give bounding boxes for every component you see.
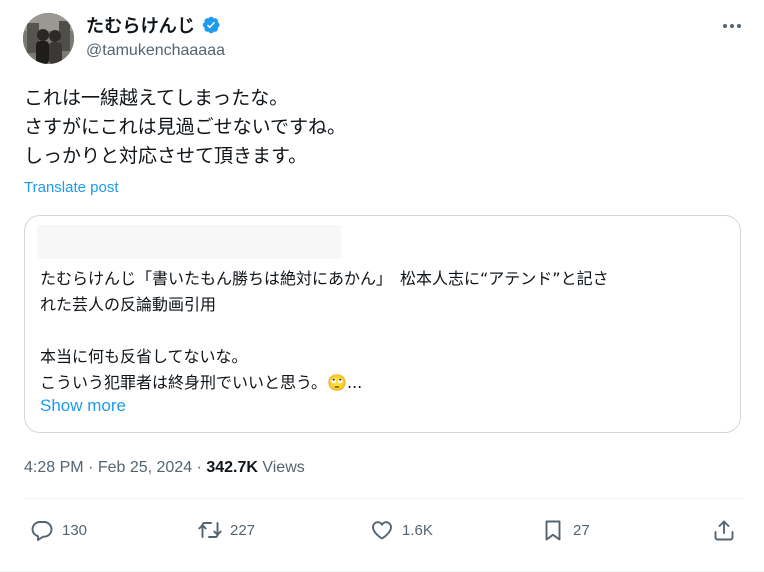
- reply-button[interactable]: 130: [30, 518, 87, 542]
- tweet-line: さすがにこれは見過ごせないですね。: [24, 116, 347, 138]
- divider: [24, 498, 744, 499]
- post-metadata: 4:28 PM · Feb 25, 2024 · 342.7K Views: [24, 459, 305, 476]
- author-display-name[interactable]: たむらけんじ: [86, 12, 195, 38]
- views-label: Views: [257, 459, 305, 476]
- quoted-line: れた芸人の反論動画引用: [40, 295, 217, 314]
- more-dots-icon[interactable]: [718, 14, 746, 38]
- verified-badge-icon[interactable]: [201, 15, 221, 35]
- share-button[interactable]: [712, 518, 736, 542]
- quoted-line: たむらけんじ「書いたもん勝ちは絶対にあかん」 松本人志に“アテンド”と記さ: [40, 269, 609, 288]
- repost-button[interactable]: 227: [198, 518, 255, 542]
- share-icon: [714, 520, 734, 541]
- reply-icon: [31, 521, 53, 541]
- quoted-post-text: たむらけんじ「書いたもん勝ちは絶対にあかん」 松本人志に“アテンド”と記さ れた…: [40, 266, 735, 396]
- heart-icon: [372, 521, 392, 540]
- bookmark-count: 27: [573, 521, 590, 539]
- bookmark-icon: [545, 520, 561, 541]
- show-more-link[interactable]: Show more: [40, 396, 126, 416]
- post-time[interactable]: 4:28 PM: [24, 459, 84, 476]
- post-date[interactable]: Feb 25, 2024: [98, 459, 192, 476]
- quoted-line: 本当に何も反省してないな。: [40, 347, 248, 366]
- repost-count: 227: [230, 521, 256, 539]
- quoted-post[interactable]: たむらけんじ「書いたもん勝ちは絶対にあかん」 松本人志に“アテンド”と記さ れた…: [24, 215, 741, 433]
- repost-icon: [198, 522, 222, 538]
- views-count: 342.7K: [206, 459, 258, 476]
- tweet-text: これは一線越えてしまったな。 さすがにこれは見過ごせないですね。 しっかりと対応…: [24, 84, 346, 171]
- translate-post-link[interactable]: Translate post: [24, 179, 119, 196]
- bookmark-button[interactable]: 27: [541, 518, 590, 542]
- author-handle[interactable]: @tamukenchaaaaa: [86, 42, 225, 60]
- tweet-line: これは一線越えてしまったな。: [24, 87, 289, 109]
- quoted-line: こういう犯罪者は終身刑でいいと思う。🙄...: [40, 373, 363, 392]
- author-name-row: たむらけんじ: [86, 12, 221, 38]
- reply-count: 130: [62, 521, 88, 539]
- like-button[interactable]: 1.6K: [370, 518, 433, 542]
- avatar[interactable]: [23, 13, 74, 64]
- quoted-author-redacted: [37, 225, 341, 259]
- avatar-photo: [23, 13, 74, 64]
- like-count: 1.6K: [402, 521, 433, 539]
- action-bar: 130 227 1.6K 27: [24, 518, 744, 550]
- tweet-line: しっかりと対応させて頂きます。: [24, 145, 308, 167]
